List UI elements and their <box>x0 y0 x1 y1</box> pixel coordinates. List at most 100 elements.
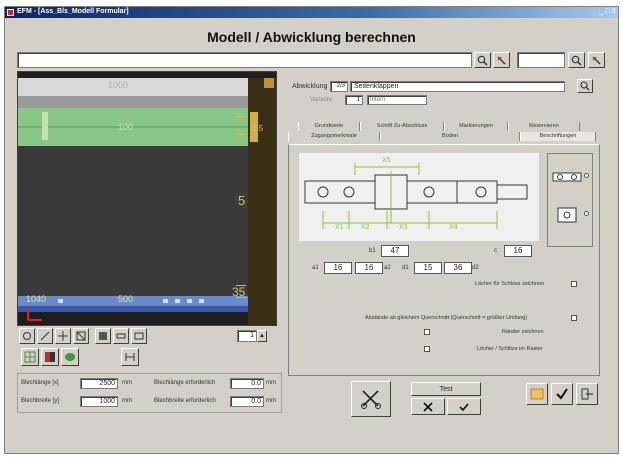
variante-name[interactable]: Intern <box>367 95 427 105</box>
option-locks-checkbox[interactable] <box>571 281 577 287</box>
cut-button[interactable] <box>351 381 391 417</box>
rotate-button[interactable] <box>19 328 35 344</box>
search-button-2[interactable] <box>568 52 585 68</box>
param-d1-label: d1 <box>402 265 409 271</box>
sheet-width-unit: mm <box>122 398 132 404</box>
dim-label-top: 1000 <box>108 80 129 90</box>
zoom-diagonal-icon <box>40 331 50 341</box>
option-locks-label: Löcher für Schloss zeichnen <box>475 281 545 287</box>
sheet-length-unit: mm <box>122 380 132 386</box>
sheet-width-field[interactable]: 1000 <box>80 396 118 407</box>
type-b-option[interactable] <box>552 206 582 226</box>
param-b-label: b1 <box>369 248 376 254</box>
color-button[interactable] <box>41 348 59 366</box>
window-controls[interactable]: _ □ X <box>599 8 616 15</box>
page-title: Modell / Abwicklung berechnen <box>207 29 416 45</box>
type-a-option[interactable] <box>552 170 582 186</box>
exit-icon <box>581 388 593 400</box>
param-d2-label: d2 <box>472 265 479 271</box>
dim-label-right-top: 1.5 <box>252 124 264 133</box>
view-icon <box>134 332 144 340</box>
option-spacing-checkbox[interactable] <box>571 315 577 321</box>
zoom-area-button[interactable] <box>37 328 53 344</box>
hinge-diagram: X1 X2 X3 X4 X5 <box>299 153 539 241</box>
title-bar: EFM - [Ass_Bls_Modell Formular] _ □ X <box>5 7 618 18</box>
tab-beschriftungen[interactable]: Beschriftungen <box>520 132 596 141</box>
cad-viewport[interactable]: 1000 100 1.5 5 1040 500 35 <box>17 71 277 326</box>
variante-code[interactable]: 1 <box>345 95 363 105</box>
option-grid-label: Löcher / Schlitze im Raster <box>477 346 543 352</box>
diagram-label-x2: X2 <box>361 224 370 231</box>
pick-button[interactable] <box>493 52 510 68</box>
extra-button[interactable] <box>526 383 548 405</box>
pan-button[interactable] <box>55 328 71 344</box>
pick-arrow-icon <box>497 56 506 64</box>
abwicklung-label: Abwicklung <box>292 83 328 90</box>
tab-content-panel: X1 X2 X3 X4 X5 b1 47 c 16 a1 16 a2 16 d1… <box>288 144 600 376</box>
fit-button[interactable] <box>73 328 89 344</box>
type-a-radio[interactable] <box>584 173 589 178</box>
sheet-length-field[interactable]: 2500 <box>80 378 118 389</box>
ok-small-button[interactable] <box>447 398 481 415</box>
accept-button[interactable] <box>551 383 573 405</box>
search-icon <box>477 55 488 65</box>
shade-button[interactable] <box>95 328 111 344</box>
tab-reservieren[interactable]: Reservieren <box>508 122 580 131</box>
grid-icon <box>99 332 107 340</box>
measure-button[interactable] <box>121 348 139 366</box>
tab-grundwerte[interactable]: Grundwerte <box>298 122 360 131</box>
viewport-toolbar: 1 ▲ <box>17 327 277 345</box>
tab-markierungen[interactable]: Markierungen <box>444 122 508 131</box>
tab-boden[interactable]: Boden <box>380 132 520 141</box>
abwicklung-search-button[interactable] <box>577 79 593 93</box>
param-a1-label: a1 <box>312 265 319 271</box>
model-search-input[interactable] <box>17 52 472 68</box>
pick-arrow-icon <box>592 56 601 64</box>
close-icon <box>423 401 433 412</box>
main-window: EFM - [Ass_Bls_Modell Formular] _ □ X Mo… <box>4 6 619 454</box>
param-a2-field[interactable]: 16 <box>355 262 383 274</box>
param-b-field[interactable]: 47 <box>381 245 409 257</box>
abwicklung-name[interactable]: Seitenklappen <box>350 81 565 92</box>
rotate-icon <box>23 332 31 340</box>
cancel-button[interactable] <box>411 398 445 415</box>
mesh-button[interactable] <box>21 348 39 366</box>
secondary-search-input[interactable] <box>517 52 565 68</box>
dim-label-bottom-right: 35 <box>232 285 246 299</box>
render-button[interactable] <box>61 348 79 366</box>
param-a1-field[interactable]: 16 <box>324 262 352 274</box>
option-edges-checkbox[interactable] <box>424 329 430 335</box>
param-a2-label: a2 <box>384 265 391 271</box>
view-button[interactable] <box>131 328 147 344</box>
test-button[interactable]: Test <box>411 382 481 396</box>
tab-schrift[interactable]: Schrift Zu-Abschluss <box>360 122 444 131</box>
pan-icon <box>58 331 68 341</box>
tab-strip: Grundwerte Schrift Zu-Abschluss Markieru… <box>288 122 600 144</box>
option-edges-label: Ränder zeichnen <box>502 329 544 335</box>
param-d1-field[interactable]: 15 <box>414 262 442 274</box>
mesh-icon <box>24 351 36 363</box>
scissors-icon <box>361 390 381 409</box>
abwicklung-code[interactable]: 2/3 <box>330 81 348 92</box>
search-button[interactable] <box>474 52 491 68</box>
window-title: EFM - [Ass_Bls_Modell Formular] <box>17 8 129 15</box>
param-c-field[interactable]: 16 <box>504 245 532 257</box>
layers-button[interactable] <box>113 328 129 344</box>
search-icon <box>571 55 582 65</box>
hinge-type-selector <box>547 153 593 247</box>
page-number-field[interactable]: 1 <box>237 330 257 342</box>
required-width-field: 0.0 <box>230 396 264 407</box>
option-grid-checkbox[interactable] <box>424 346 430 352</box>
required-length-unit: mm <box>266 380 276 386</box>
type-b-radio[interactable] <box>584 211 589 216</box>
option-spacing-label: Abstände ab gleichem Querschnitt (Quersc… <box>365 315 528 321</box>
tab-zugangsmerkmale[interactable]: Zugangsmerkmale <box>288 132 380 141</box>
param-d2-field[interactable]: 36 <box>444 262 472 274</box>
pick-button-2[interactable] <box>588 52 605 68</box>
exit-button[interactable] <box>576 383 598 405</box>
diagram-label-x5: X5 <box>382 157 391 164</box>
fit-icon <box>76 331 86 341</box>
search-icon <box>580 81 590 91</box>
required-width-label: Blechbreite erforderlich <box>154 398 216 404</box>
page-spinner[interactable]: ▲ <box>257 330 267 342</box>
